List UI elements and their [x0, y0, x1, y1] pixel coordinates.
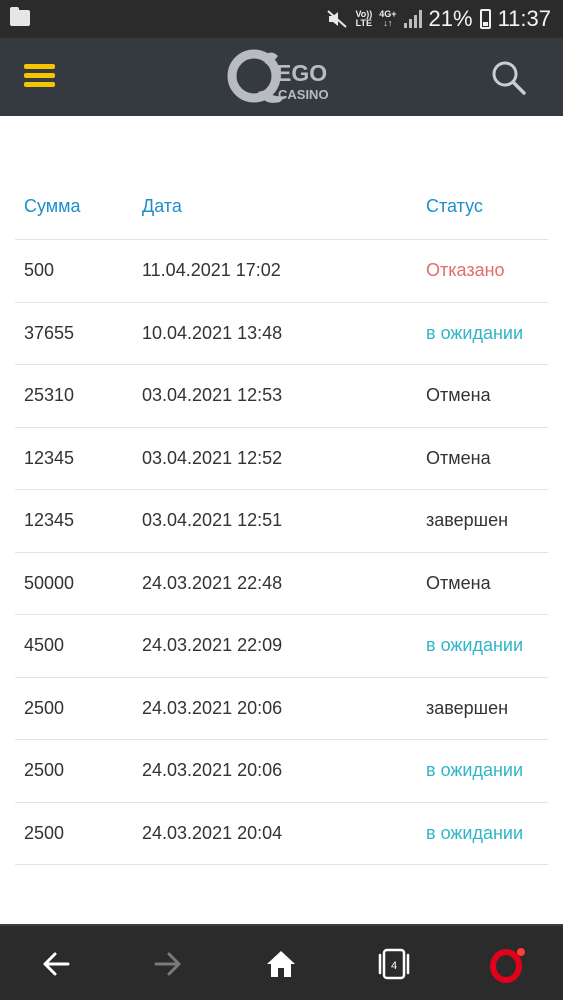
cell-amount: 50000: [24, 572, 75, 593]
cell-status: Отмена: [426, 447, 491, 468]
cell-amount: 37655: [24, 322, 75, 343]
cell-date: 03.04.2021 12:52: [142, 447, 283, 468]
cell-date: 10.04.2021 13:48: [142, 322, 283, 343]
table-row: 50000 24.03.2021 22:48 Отмена: [15, 553, 548, 615]
table-row: 25310 03.04.2021 12:53 Отмена: [15, 365, 548, 428]
signal-icon: [403, 10, 422, 28]
table-body: 500 11.04.2021 17:02 Отказано 37655 10.04.20…: [15, 240, 548, 865]
hamburger-menu-icon[interactable]: [24, 64, 55, 88]
cell-date: 11.04.2021 17:02: [142, 260, 281, 281]
network-type-indicator: 4G+ ↓↑: [379, 9, 397, 28]
volte-indicator: Vo)) LTE: [355, 9, 373, 28]
transactions-table: Сумма Дата Статус 500 11.04.2021 17:02 Отк…: [15, 174, 548, 865]
back-arrow-icon[interactable]: [26, 926, 86, 1002]
table-row: 2500 24.03.2021 20:06 завершен: [15, 678, 548, 740]
cell-date: 24.03.2021 22:48: [142, 572, 283, 593]
table-row: 12345 03.04.2021 12:51 завершен: [15, 490, 548, 553]
cell-status: в ожидании: [426, 822, 524, 843]
cell-amount: 500: [24, 260, 55, 281]
forward-arrow-icon[interactable]: [138, 926, 198, 1002]
cell-date: 24.03.2021 20:06: [142, 697, 283, 718]
table-row: 500 11.04.2021 17:02 Отказано: [15, 240, 548, 303]
tabs-icon[interactable]: 4: [364, 926, 424, 1002]
table-row: 2500 24.03.2021 20:04 в ожидании: [15, 803, 548, 865]
cell-date: 24.03.2021 20:04: [142, 822, 283, 843]
home-icon[interactable]: [251, 926, 311, 1002]
tabs-count: 4: [391, 960, 397, 972]
battery-icon: [479, 9, 491, 29]
cell-status: в ожидании: [426, 635, 524, 656]
cell-amount: 4500: [24, 635, 65, 656]
cell-amount: 25310: [24, 385, 75, 406]
ego-casino-logo[interactable]: EGO CASINO: [226, 46, 338, 108]
cell-status: завершен: [426, 510, 509, 531]
column-header-amount[interactable]: Сумма: [24, 196, 81, 217]
table-row: 12345 03.04.2021 12:52 Отмена: [15, 428, 548, 490]
table-row: 2500 24.03.2021 20:06 в ожидании: [15, 740, 548, 803]
search-icon[interactable]: [491, 60, 527, 96]
cell-amount: 2500: [24, 760, 65, 781]
mute-icon: [326, 9, 348, 29]
cell-status: завершен: [426, 697, 509, 718]
folder-icon: [10, 7, 30, 26]
status-bar: Vo)) LTE 4G+ ↓↑ 21% 11:37: [0, 0, 563, 38]
browser-bottom-bar: 4: [0, 924, 563, 1000]
cell-date: 24.03.2021 20:06: [142, 760, 283, 781]
clock: 11:37: [497, 6, 551, 31]
cell-status: Отмена: [426, 385, 491, 406]
logo-text-ego: EGO: [276, 60, 327, 86]
cell-amount: 12345: [24, 510, 75, 531]
cell-amount: 2500: [24, 697, 65, 718]
status-icons: Vo)) LTE 4G+ ↓↑ 21% 11:37: [326, 0, 551, 38]
column-header-date[interactable]: Дата: [142, 196, 182, 217]
cell-amount: 12345: [24, 447, 75, 468]
cell-status: Отмена: [426, 572, 491, 593]
site-header: EGO CASINO: [0, 38, 563, 116]
logo-text-casino: CASINO: [278, 87, 329, 102]
table-header: Сумма Дата Статус: [15, 174, 548, 240]
cell-date: 03.04.2021 12:53: [142, 385, 283, 406]
cell-status: в ожидании: [426, 760, 524, 781]
cell-status: в ожидании: [426, 322, 524, 343]
cell-date: 03.04.2021 12:51: [142, 510, 283, 531]
table-row: 4500 24.03.2021 22:09 в ожидании: [15, 615, 548, 678]
opera-icon[interactable]: [478, 926, 538, 1002]
column-header-status[interactable]: Статус: [426, 196, 483, 217]
battery-percent: 21%: [428, 6, 473, 31]
cell-date: 24.03.2021 22:09: [142, 635, 283, 656]
table-row: 37655 10.04.2021 13:48 в ожидании: [15, 303, 548, 365]
cell-amount: 2500: [24, 822, 65, 843]
cell-status: Отказано: [426, 260, 505, 281]
